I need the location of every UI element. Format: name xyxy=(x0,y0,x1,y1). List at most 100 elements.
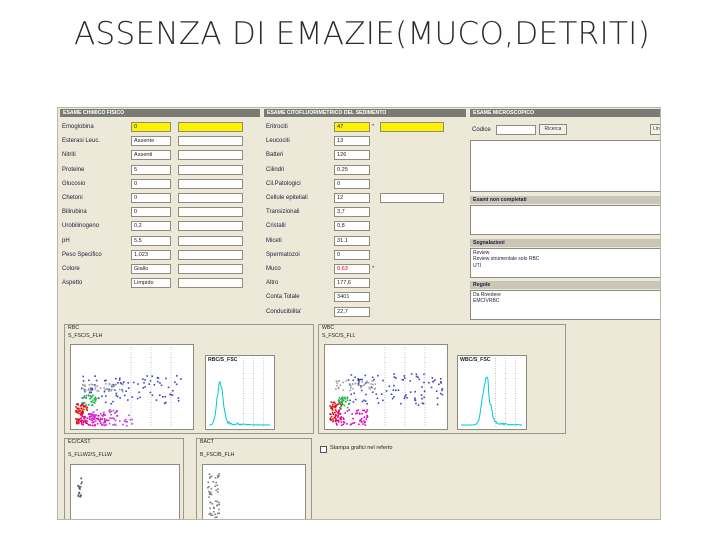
scatter-point xyxy=(373,388,376,391)
chimico-value-field[interactable]: Assente xyxy=(131,136,171,147)
chimico-note-field[interactable] xyxy=(178,122,243,132)
scatter-point xyxy=(110,402,113,405)
regole-list[interactable]: Da Rivedere EMCIVRBC xyxy=(470,290,660,320)
scatter-point xyxy=(123,420,126,422)
chimico-value-field[interactable]: 0 xyxy=(131,178,171,189)
chimico-note-field[interactable] xyxy=(178,249,243,260)
ec-cast-title: EC/CAST xyxy=(68,439,91,445)
scatter-point xyxy=(340,421,343,423)
scatter-point xyxy=(167,386,170,389)
scatter-point xyxy=(335,388,337,390)
citofluoro-value-field[interactable]: 0,8 xyxy=(334,221,370,232)
scatter-point xyxy=(99,418,102,421)
citofluoro-value-field[interactable]: 47 xyxy=(334,122,370,132)
scatter-point xyxy=(339,418,342,421)
rbc-histogram[interactable]: RBC/S_FSC xyxy=(205,355,275,430)
scatter-point xyxy=(112,385,115,388)
chimico-value-field[interactable]: Limpido xyxy=(131,278,171,289)
scatter-point xyxy=(84,384,86,387)
scatter-point xyxy=(137,383,139,385)
scatter-point xyxy=(102,422,105,424)
bact-scatter-plot[interactable] xyxy=(202,464,306,519)
scatter-point xyxy=(215,489,218,492)
chimico-note-field[interactable] xyxy=(178,150,243,161)
chimico-note-field[interactable] xyxy=(178,178,243,189)
chimico-value-field[interactable]: 0 xyxy=(131,193,171,203)
citofluoro-value-field[interactable]: 22,7 xyxy=(334,306,370,317)
chimico-note-field[interactable] xyxy=(178,164,243,175)
scatter-point xyxy=(214,485,217,488)
citofluoro-value-field[interactable]: 126 xyxy=(334,150,370,161)
scatter-point xyxy=(355,412,357,415)
rbc-scatter-plot[interactable] xyxy=(70,344,194,430)
chimico-note-field[interactable] xyxy=(178,221,243,232)
segnalazioni-list[interactable]: Review Review strumentale solo RBC UTI xyxy=(470,248,660,278)
chimico-value-field[interactable]: 5 xyxy=(131,164,171,175)
segnalazione-item: UTI xyxy=(473,262,482,269)
wbc-scatter-plot[interactable] xyxy=(324,344,448,430)
citofluoro-note-field[interactable] xyxy=(380,122,444,132)
scatter-point xyxy=(77,495,80,498)
citofluoro-value-field[interactable]: 0,63 xyxy=(334,264,370,274)
chimico-value-field[interactable]: 0 xyxy=(131,207,171,218)
chimico-value-field[interactable]: 0,2 xyxy=(131,221,171,232)
scatter-point xyxy=(101,395,103,397)
chimico-note-field[interactable] xyxy=(178,278,243,289)
scatter-point xyxy=(175,375,178,377)
chimico-value-field[interactable]: Giallo xyxy=(131,264,171,274)
scatter-point xyxy=(171,389,174,392)
non-completati-list[interactable] xyxy=(470,205,660,235)
chimico-value-field[interactable]: 1,023 xyxy=(131,249,171,260)
scatter-point xyxy=(160,384,163,387)
citofluoro-value-field[interactable]: 3,7 xyxy=(334,207,370,218)
citofluoro-value-field[interactable]: 31,1 xyxy=(334,235,370,246)
microscopico-results-area[interactable] xyxy=(470,140,660,192)
wbc-histogram[interactable]: WBC/S_FSC xyxy=(457,355,527,430)
citofluoro-value-field[interactable]: 0 xyxy=(334,178,370,189)
stampa-grafici-checkbox[interactable] xyxy=(320,446,327,453)
citofluoro-value-field[interactable]: 177,6 xyxy=(334,278,370,289)
chimico-note-field[interactable] xyxy=(178,207,243,218)
chimico-label: Esterasi Leuc. xyxy=(62,138,101,145)
scatter-point xyxy=(338,396,341,399)
scatter-point xyxy=(363,399,365,402)
scatter-point xyxy=(343,396,346,399)
scatter-point xyxy=(334,405,337,408)
scatter-point xyxy=(380,393,383,395)
scatter-point xyxy=(151,375,154,378)
citofluoro-value-field[interactable]: 12 xyxy=(334,193,370,203)
citofluoro-value-field[interactable]: 13 xyxy=(334,136,370,147)
scatter-point xyxy=(218,503,221,506)
chimico-note-field[interactable] xyxy=(178,193,243,203)
scatter-point xyxy=(83,388,85,390)
chimico-value-field[interactable]: 5,5 xyxy=(131,235,171,246)
citofluoro-note-field[interactable] xyxy=(380,193,444,203)
scatter-point xyxy=(111,385,113,388)
chimico-value-field[interactable]: 0 xyxy=(131,122,171,132)
chimico-note-field[interactable] xyxy=(178,235,243,246)
scatter-point xyxy=(331,409,334,412)
citofluoro-value-field[interactable]: 3401 xyxy=(334,292,370,303)
stampa-grafici-label: Stampa grafici nel referto xyxy=(330,445,393,451)
citofluoro-value-field[interactable]: 0 xyxy=(334,249,370,260)
ricerca-button[interactable]: Ricerca xyxy=(539,124,567,135)
scatter-point xyxy=(109,417,111,419)
histogram-curve xyxy=(461,376,522,426)
scatter-point xyxy=(165,401,167,404)
codice-input[interactable] xyxy=(496,125,536,135)
citofluoro-label: Leucociti xyxy=(266,138,290,145)
scatter-point xyxy=(91,417,93,420)
scatter-point xyxy=(118,379,121,381)
scatter-point xyxy=(397,389,400,392)
scatter-point xyxy=(359,419,362,422)
scatter-point xyxy=(372,380,374,382)
ec-cast-scatter-plot[interactable] xyxy=(70,464,180,519)
chimico-note-field[interactable] xyxy=(178,264,243,274)
scatter-point xyxy=(97,415,100,417)
citofluoro-value-field[interactable]: 0,25 xyxy=(334,164,370,175)
lin-button[interactable]: Lin xyxy=(650,124,660,135)
scatter-point xyxy=(87,404,90,406)
chimico-value-field[interactable]: Assenti xyxy=(131,150,171,161)
chimico-note-field[interactable] xyxy=(178,136,243,147)
citofluoro-label: Cilindri xyxy=(266,166,285,173)
